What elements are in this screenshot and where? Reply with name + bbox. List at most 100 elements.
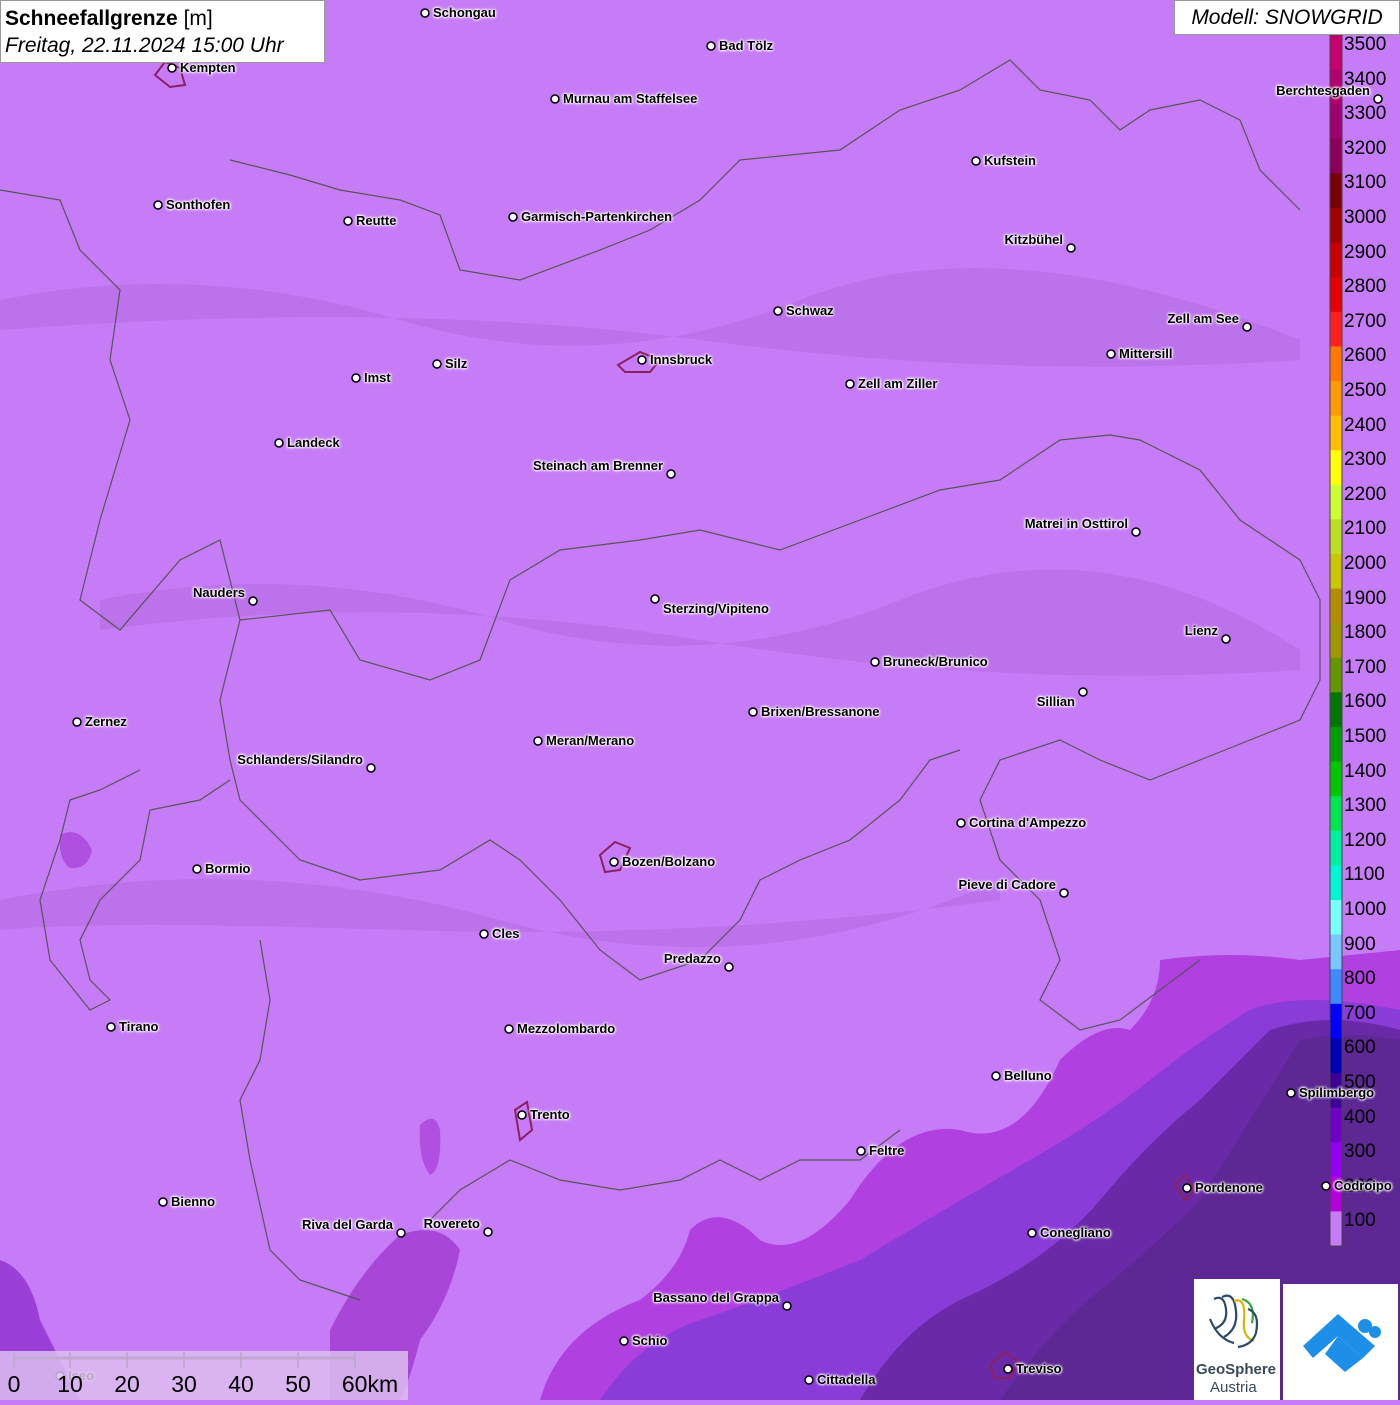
legend-swatch-2400 [1330,415,1342,451]
legend-swatch-3100 [1330,173,1342,209]
legend-swatch-1700 [1330,657,1342,693]
city-label-schio: Schio [632,1333,668,1348]
legend-swatch-2100 [1330,519,1342,555]
city-label-belluno: Belluno [1004,1068,1052,1083]
legend-swatch-2200 [1330,484,1342,520]
legend-swatch-1100 [1330,865,1342,901]
legend-label-600: 600 [1344,1037,1376,1059]
geosphere-name: GeoSphere [1196,1361,1277,1378]
legend-swatch-2000 [1330,554,1342,590]
city-label-cittadella: Cittadella [817,1372,876,1387]
city-label-riva-del-garda: Riva del Garda [301,1217,393,1232]
city-label-garmisch-partenkirchen: Garmisch-Partenkirchen [521,209,673,224]
legend-swatch-1500 [1330,727,1342,763]
city-label-bozen-bolzano: Bozen/Bolzano [622,854,716,869]
legend-label-2300: 2300 [1344,449,1387,471]
city-label-codroipo: Codroipo [1334,1178,1392,1193]
legend-swatch-2900 [1330,242,1342,278]
legend-label-1400: 1400 [1344,760,1387,782]
legend-swatch-300 [1330,1142,1342,1178]
city-marker-codroipo [1321,1181,1331,1191]
legend-label-1500: 1500 [1344,726,1387,747]
city-label-kempten: Kempten [180,60,236,75]
city-marker-zell-am-see [1242,322,1252,332]
legend-label-3500: 3500 [1344,34,1387,55]
legend-label-2400: 2400 [1344,414,1387,436]
city-marker-bad-t-lz [706,41,716,51]
city-marker-kitzb-hel [1066,243,1076,253]
scale-tick-label: 60km [341,1371,399,1397]
city-label-zell-am-see: Zell am See [1167,311,1239,326]
legend-label-3300: 3300 [1344,103,1387,125]
snow-app-logo [1283,1284,1398,1400]
legend-label-100: 100 [1344,1210,1376,1232]
city-label-cortina-d-ampezzo: Cortina d'Ampezzo [969,815,1087,830]
city-marker-schio [619,1336,629,1346]
city-label-berchtesgaden: Berchtesgaden [1276,83,1370,98]
city-marker-garmisch-partenkirchen [508,212,518,222]
city-label-schongau: Schongau [433,5,496,20]
scale-tick-label: 10 [57,1371,83,1397]
city-marker-bormio [192,864,202,874]
legend-colorbar [1329,34,1343,1247]
city-marker-zell-am-ziller [845,379,855,389]
city-label-spilimbergo: Spilimbergo [1299,1085,1375,1100]
city-label-bruneck-brunico: Bruneck/Brunico [883,654,988,669]
city-marker-sonthofen [153,200,163,210]
legend-swatch-1000 [1330,900,1342,936]
city-marker-silz [432,359,442,369]
legend-label-2600: 2600 [1344,345,1387,367]
city-marker-schlanders-silandro [366,763,376,773]
city-marker-sterzing-vipiteno [650,594,660,604]
parameter-unit: [m] [183,7,213,30]
legend-swatch-3000 [1330,208,1342,244]
legend-swatch-1900 [1330,588,1342,624]
map-title-box: Schneefallgrenze [m] Freitag, 22.11.2024… [0,0,325,63]
city-label-bienno: Bienno [171,1194,216,1209]
city-marker-cles [479,929,489,939]
city-label-cles: Cles [492,926,520,941]
city-marker-bruneck-brunico [870,657,880,667]
legend-swatch-700 [1330,1003,1342,1039]
city-label-bad-t-lz: Bad Tölz [719,38,774,53]
city-label-silz: Silz [445,356,468,371]
forecast-datetime: Freitag, 22.11.2024 15:00 Uhr [5,34,284,57]
legend-swatch-400 [1330,1107,1342,1143]
city-marker-cortina-d-ampezzo [956,818,966,828]
city-label-treviso: Treviso [1016,1361,1062,1376]
legend-swatch-3300 [1330,104,1342,140]
city-marker-kufstein [971,156,981,166]
city-marker-mittersill [1106,349,1116,359]
city-marker-bassano-del-grappa [782,1301,792,1311]
city-label-pordenone: Pordenone [1195,1180,1263,1195]
legend-label-700: 700 [1344,1002,1376,1024]
city-label-nauders: Nauders [192,585,245,600]
legend-swatch-800 [1330,969,1342,1005]
city-marker-schwaz [773,306,783,316]
legend-swatch-2300 [1330,450,1342,486]
city-marker-conegliano [1027,1228,1037,1238]
city-marker-cittadella [804,1375,814,1385]
city-label-steinach-am-brenner: Steinach am Brenner [532,458,663,473]
legend-label-1700: 1700 [1344,656,1387,678]
city-marker-brixen-bressanone [748,707,758,717]
legend-label-2100: 2100 [1344,518,1387,540]
city-marker-predazzo [724,962,734,972]
city-label-innsbruck: Innsbruck [650,352,713,367]
city-marker-bienno [158,1197,168,1207]
legend-swatch-1200 [1330,830,1342,866]
legend-swatch-2700 [1330,311,1342,347]
city-label-tirano: Tirano [119,1019,159,1034]
city-marker-pordenone [1182,1183,1192,1193]
city-label-zernez: Zernez [85,714,127,729]
legend-label-900: 900 [1344,933,1376,955]
city-label-sillian: Sillian [1036,694,1075,709]
city-marker-treviso [1003,1364,1013,1374]
city-label-kitzb-hel: Kitzbühel [1004,232,1064,247]
legend-label-300: 300 [1344,1141,1376,1163]
legend-swatch-1600 [1330,692,1342,728]
legend-swatch-1800 [1330,623,1342,659]
legend-label-1000: 1000 [1344,899,1387,920]
legend-swatch-3500 [1330,35,1342,71]
city-marker-mezzolombardo [504,1024,514,1034]
